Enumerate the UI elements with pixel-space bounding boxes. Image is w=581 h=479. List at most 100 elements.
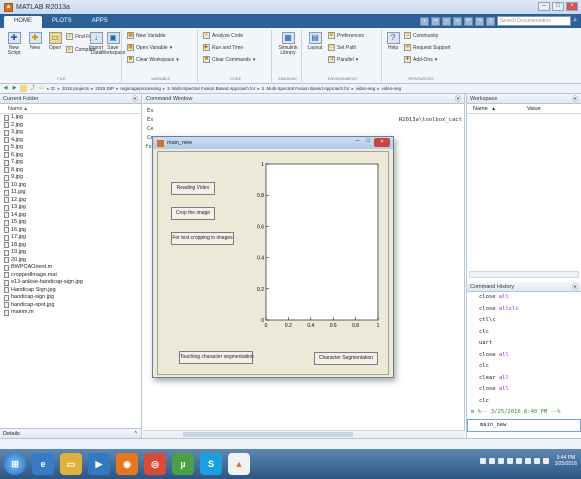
new-variable-button[interactable]: ▦ New Variable: [127, 32, 165, 39]
file-list-item[interactable]: 10.jpg: [0, 182, 141, 190]
figure-close-icon[interactable]: ×: [374, 138, 390, 147]
file-list-item[interactable]: 1.jpg: [0, 114, 141, 122]
tray-icon[interactable]: [488, 458, 495, 464]
file-list-item[interactable]: croppedImage.mat: [0, 272, 141, 280]
panel-options-icon[interactable]: ⦿: [455, 95, 461, 105]
history-entry-selected[interactable]: main_new: [467, 418, 581, 432]
community-button[interactable]: ☺ Community: [404, 32, 438, 39]
utorrent-icon[interactable]: µ: [172, 453, 194, 475]
media-player-icon[interactable]: ▶: [88, 453, 110, 475]
analyze-code-button[interactable]: ✓ Analyze Code: [203, 32, 243, 39]
file-list-item[interactable]: 7.jpg: [0, 159, 141, 167]
text-cropping-button[interactable]: For text cropping in images: [171, 232, 234, 245]
file-list-item[interactable]: 16.jpg: [0, 227, 141, 235]
up-folder-icon[interactable]: ⤴: [29, 85, 36, 92]
simulink-library-button[interactable]: ▦ Simulink Library: [277, 32, 299, 56]
breadcrumb-video-seg-1[interactable]: video-seg: [356, 86, 376, 91]
crop-image-button[interactable]: Crop the image: [171, 207, 215, 220]
reading-video-button[interactable]: Reading Video: [171, 182, 215, 195]
close-icon[interactable]: ×: [566, 2, 578, 11]
save-icon[interactable]: ▪: [420, 16, 430, 26]
tray-icon[interactable]: [497, 458, 504, 464]
undo-icon[interactable]: ↶: [464, 16, 474, 26]
breadcrumb-approach-2[interactable]: 3. Multi-Spectral Fusion Based Approach …: [261, 86, 349, 91]
parallel-button[interactable]: ⇉ Parallel ▾: [328, 56, 358, 63]
history-entry[interactable]: uart: [467, 338, 581, 350]
panel-options-icon[interactable]: ⦿: [572, 95, 578, 105]
history-entry[interactable]: close all: [467, 384, 581, 396]
skype-icon[interactable]: S: [200, 453, 222, 475]
file-list-item[interactable]: 12.jpg: [0, 197, 141, 205]
file-list-item[interactable]: 11.jpg: [0, 189, 141, 197]
breadcrumb-approach-1[interactable]: 3. Multi-Spectral Fusion Based Approach …: [167, 86, 255, 91]
search-documentation-input[interactable]: Search Documentation: [497, 16, 572, 26]
start-button-icon[interactable]: ⊞: [4, 453, 26, 475]
layout-button[interactable]: ▤ Layout: [306, 32, 324, 51]
tray-icon[interactable]: [506, 458, 513, 464]
plot-axes[interactable]: 0 0.2 0.4 0.6 0.8 1 0 0.2 0.4 0.6 0.8 1: [250, 160, 390, 338]
file-list-item[interactable]: 14.jpg: [0, 212, 141, 220]
chrome-icon[interactable]: ◎: [144, 453, 166, 475]
history-entry[interactable]: clc: [467, 396, 581, 408]
file-list-item[interactable]: Handicap Sign.jpg: [0, 287, 141, 295]
volume-icon[interactable]: [542, 458, 549, 464]
file-list-item[interactable]: handicap-spot.jpg: [0, 302, 141, 310]
figure-maximize-icon[interactable]: □: [366, 138, 370, 144]
file-list-item[interactable]: 13.jpg: [0, 204, 141, 212]
tray-icon[interactable]: [515, 458, 522, 464]
breadcrumb-imageprocessing[interactable]: regimageprocessing: [120, 86, 161, 91]
workspace-scrollbar[interactable]: [469, 271, 579, 278]
tab-plots[interactable]: PLOTS: [42, 16, 82, 28]
address-bar[interactable]: ◀ ▶ ▭ ⤴ ▭ ▸ D: ▸ 2016 projects ▸ 2015 DIP ▸…: [0, 84, 581, 94]
tab-apps[interactable]: APPS: [82, 16, 118, 28]
file-list-item[interactable]: 19.jpg: [0, 249, 141, 257]
open-variable-button[interactable]: ▦ Open Variable ▾: [127, 44, 172, 51]
file-list-item[interactable]: 3.jpg: [0, 129, 141, 137]
collapse-icon[interactable]: ⊟: [471, 409, 474, 415]
character-segmentation-button[interactable]: Character Segmentation: [314, 352, 378, 365]
breadcrumb-dip[interactable]: 2015 DIP: [95, 86, 114, 91]
workspace-name-header[interactable]: Name ▴: [467, 104, 524, 113]
tab-home[interactable]: HOME: [4, 16, 42, 28]
help-button[interactable]: ? Help: [386, 32, 400, 51]
details-panel[interactable]: Details ^: [0, 428, 142, 438]
figure-minimize-icon[interactable]: –: [356, 138, 359, 144]
back-icon[interactable]: ◀: [2, 85, 9, 92]
tray-icon[interactable]: [524, 458, 531, 464]
network-icon[interactable]: [533, 458, 540, 464]
history-entry[interactable]: clc: [467, 327, 581, 339]
redo-icon[interactable]: ↷: [475, 16, 485, 26]
file-list-item[interactable]: 17.jpg: [0, 234, 141, 242]
history-entry[interactable]: clear all: [467, 373, 581, 385]
workspace-value-header[interactable]: Value: [524, 104, 581, 113]
new-button[interactable]: ✚ New: [26, 32, 44, 51]
panel-options-icon[interactable]: ⦿: [132, 95, 138, 105]
set-path-button[interactable]: ▭ Set Path: [328, 44, 356, 51]
request-support-button[interactable]: ✉ Request Support: [404, 44, 451, 51]
breadcrumb-drive[interactable]: D:: [51, 86, 56, 91]
name-column-header[interactable]: Name ▴: [0, 104, 141, 114]
scrollbar-thumb[interactable]: [183, 432, 353, 437]
add-ons-button[interactable]: ✚ Add-Ons ▾: [404, 56, 437, 63]
firefox-icon[interactable]: ◉: [116, 453, 138, 475]
file-list-item[interactable]: 18.jpg: [0, 242, 141, 250]
new-script-button[interactable]: ✚ New Script: [4, 32, 24, 56]
forward-icon[interactable]: ▶: [11, 85, 18, 92]
minimize-icon[interactable]: –: [538, 2, 550, 11]
panel-options-icon[interactable]: ⦿: [572, 283, 578, 293]
paste-icon[interactable]: ▪: [453, 16, 463, 26]
file-list-item[interactable]: 20.jpg: [0, 257, 141, 265]
clear-commands-button[interactable]: ✖ Clear Commands ▾: [203, 56, 255, 63]
file-list-item[interactable]: 4.jpg: [0, 137, 141, 145]
restore-icon[interactable]: □: [552, 2, 564, 11]
file-list-item[interactable]: 9.jpg: [0, 174, 141, 182]
file-list-item[interactable]: 5.jpg: [0, 144, 141, 152]
browse-icon[interactable]: ▭: [38, 85, 45, 92]
matlab-taskbar-icon[interactable]: ▲: [228, 453, 250, 475]
horizontal-scrollbar[interactable]: [143, 430, 465, 438]
file-list-item[interactable]: BWPCAOrient.m: [0, 264, 141, 272]
open-button[interactable]: ▭ Open: [46, 32, 64, 51]
run-and-time-button[interactable]: ▶ Run and Time: [203, 44, 243, 51]
tray-icon[interactable]: [479, 458, 486, 464]
help-icon[interactable]: ?: [486, 16, 496, 26]
